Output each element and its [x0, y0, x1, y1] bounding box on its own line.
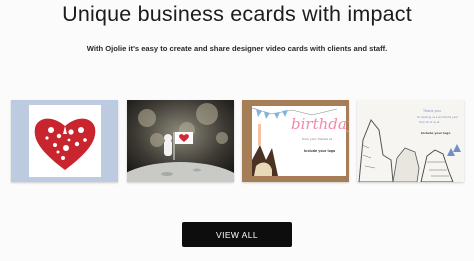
thank-you-text: Thank you [422, 109, 441, 113]
heart-illustration [11, 100, 118, 182]
thank-you-logo-caption: Include your logo [421, 131, 450, 135]
page-title: Unique business ecards with impact [62, 2, 412, 26]
svg-text:from your friends at: from your friends at [302, 137, 333, 141]
animals-illustration: Thank you for wishing us a wonderful yea… [357, 100, 464, 182]
moon-flag-illustration [127, 100, 234, 182]
heart-ecard[interactable] [11, 100, 118, 182]
moon-flag-ecard[interactable] [127, 100, 234, 182]
svg-text:for wishing us a wonderful yea: for wishing us a wonderful year [417, 115, 459, 119]
birthday-logo-caption: Include your logo [304, 149, 336, 153]
ecard-gallery: birthday from your friends at Include yo… [11, 100, 464, 182]
birthday-ecard[interactable]: birthday from your friends at Include yo… [242, 100, 349, 182]
page-subtitle: With Ojolie it's easy to create and shar… [86, 44, 388, 53]
svg-text:from all of us at: from all of us at [419, 120, 439, 124]
birthday-illustration: birthday from your friends at Include yo… [242, 100, 349, 182]
thank-you-ecard[interactable]: Thank you for wishing us a wonderful yea… [357, 100, 464, 182]
view-all-button[interactable]: VIEW ALL [182, 222, 292, 247]
birthday-script-text: birthday [291, 115, 349, 133]
